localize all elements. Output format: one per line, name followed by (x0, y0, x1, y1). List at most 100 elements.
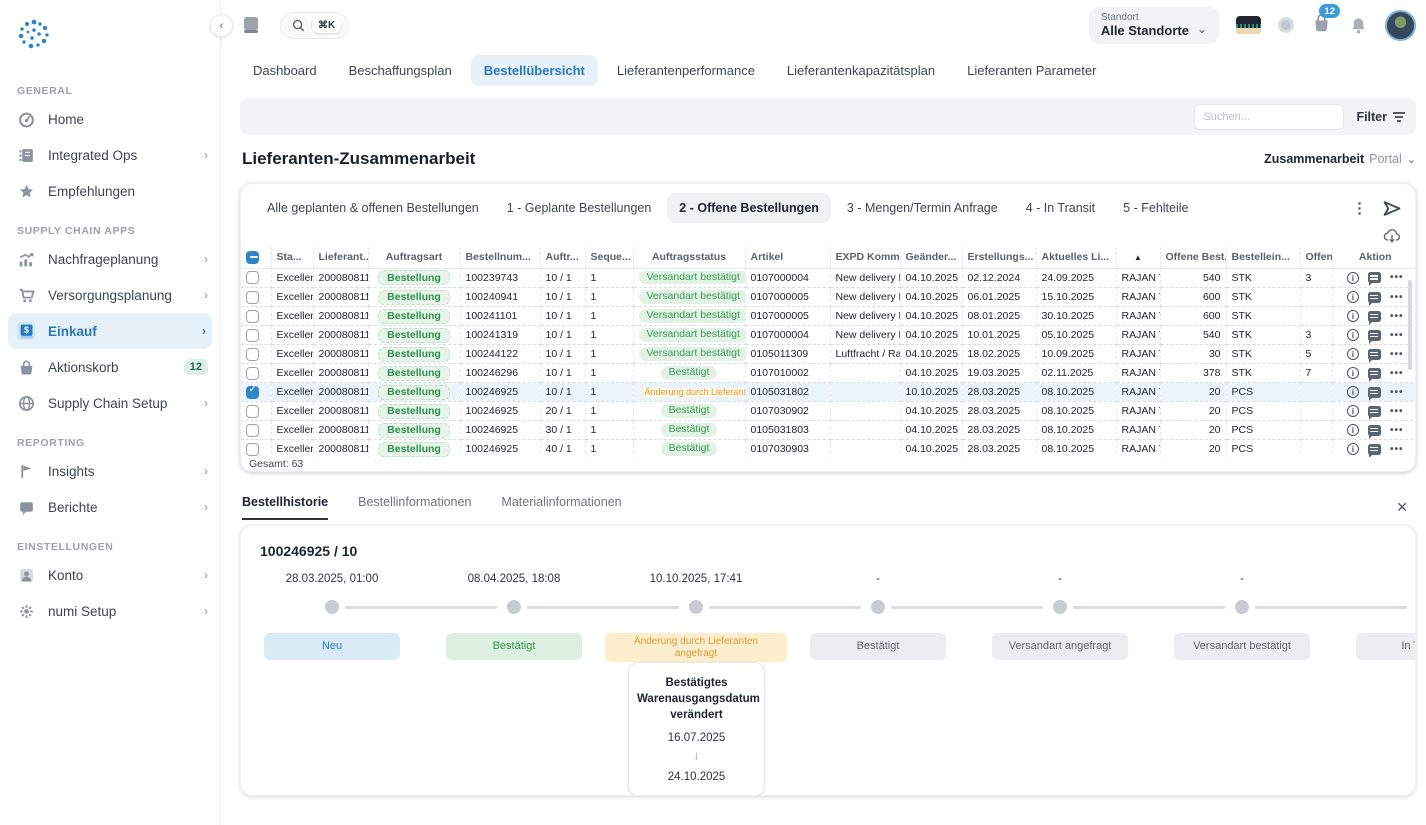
subtab-5[interactable]: 5 - Fehlteile (1111, 193, 1200, 223)
comment-icon[interactable] (1368, 406, 1381, 417)
timeline-status-badge[interactable]: Neu (264, 633, 400, 660)
column-header-sel[interactable] (241, 247, 271, 268)
notifications-bell-icon[interactable] (1349, 16, 1368, 35)
tab-dashboard[interactable]: Dashboard (240, 55, 330, 86)
portal-selector[interactable]: Zusammenarbeit Portal ⌄ (1264, 152, 1416, 166)
timeline-status-badge[interactable]: Bestätigt (446, 633, 582, 660)
row-checkbox[interactable] (246, 405, 259, 418)
column-header-benutzer[interactable]: ▲ (1116, 247, 1160, 268)
comment-icon[interactable] (1368, 387, 1381, 398)
column-header-auftrag[interactable]: Auftr... (540, 247, 585, 268)
info-icon[interactable]: i (1347, 310, 1359, 322)
sidebar-item-versorgungsplanung[interactable]: Versorgungsplanung› (0, 277, 220, 313)
sidebar-item-einkauf[interactable]: $Einkauf› (8, 313, 212, 349)
subtab-3[interactable]: 3 - Mengen/Termin Anfrage (835, 193, 1010, 223)
column-header-aktuelles[interactable]: Aktuelles Li... (1036, 247, 1116, 268)
row-more-icon[interactable]: ••• (1390, 272, 1404, 283)
sort-asc-icon[interactable]: ▲ (1134, 253, 1142, 262)
table-row[interactable]: Excellent200080811Bestellung10024110110 … (241, 307, 1415, 326)
comment-icon[interactable] (1368, 368, 1381, 379)
column-header-erstellung[interactable]: Erstellungs... (962, 247, 1036, 268)
column-header-geaendert[interactable]: Geänder... (900, 247, 962, 268)
table-row[interactable]: Excellent200080811Bestellung10024692540 … (241, 440, 1415, 457)
tab-beschaffungsplan[interactable]: Beschaffungsplan (336, 55, 465, 86)
close-icon[interactable]: ✕ (1396, 499, 1414, 516)
row-checkbox[interactable] (246, 329, 259, 342)
sidebar-item-nachfrageplanung[interactable]: Nachfrageplanung› (0, 241, 220, 277)
table-row[interactable]: Excellent200080811Bestellung10024094110 … (241, 288, 1415, 307)
column-header-sequenz[interactable]: Seque... (585, 247, 633, 268)
info-icon[interactable]: i (1347, 443, 1359, 455)
language-flag-icon[interactable] (1236, 16, 1261, 35)
subtab-1[interactable]: 1 - Geplante Bestellungen (495, 193, 664, 223)
column-header-artikel[interactable]: Artikel (745, 247, 830, 268)
timeline-status-badge[interactable]: In Transit (1356, 633, 1416, 660)
send-icon[interactable] (1383, 200, 1401, 217)
comment-icon[interactable] (1368, 425, 1381, 436)
row-checkbox[interactable] (246, 443, 259, 456)
subtab-2[interactable]: 2 - Offene Bestellungen (667, 193, 831, 223)
column-header-bestellnummer[interactable]: Bestellnum... (460, 247, 540, 268)
info-icon[interactable]: i (1347, 367, 1359, 379)
tab-lieferanten-parameter[interactable]: Lieferanten Parameter (954, 55, 1109, 86)
column-header-auftragsstatus[interactable]: Auftragsstatus (633, 247, 745, 268)
tab-lieferantenkapazit-tsplan[interactable]: Lieferantenkapazitätsplan (774, 55, 948, 86)
column-header-aktion[interactable]: Aktion (1332, 247, 1416, 268)
location-selector[interactable]: Standort Alle Standorte ⌄ (1089, 7, 1219, 44)
table-row[interactable]: Excellent200080811Bestellung10023974310 … (241, 269, 1415, 288)
cloud-download-icon[interactable] (1383, 227, 1401, 244)
subtab-4[interactable]: 4 - In Transit (1014, 193, 1107, 223)
row-checkbox[interactable] (246, 348, 259, 361)
comment-icon[interactable] (1368, 330, 1381, 341)
filter-button[interactable]: Filter (1356, 110, 1406, 124)
search-input[interactable] (1194, 104, 1344, 130)
row-more-icon[interactable]: ••• (1390, 444, 1404, 455)
table-row[interactable]: Excellent200080811Bestellung10024629610 … (241, 364, 1415, 383)
row-checkbox[interactable] (246, 310, 259, 323)
action-basket-button[interactable]: 12 (1311, 12, 1332, 38)
sidebar-item-numi-setup[interactable]: numi Setup› (0, 593, 220, 629)
column-header-lieferant[interactable]: Lieferant... (313, 247, 368, 268)
detail-tab-materialinformationen[interactable]: Materialinformationen (501, 495, 621, 520)
column-header-offene[interactable]: Offene (1300, 247, 1332, 268)
detail-tab-bestellinformationen[interactable]: Bestellinformationen (358, 495, 471, 520)
timeline-status-badge[interactable]: Änderung durch Lieferanten angefragt (605, 633, 787, 662)
timeline-status-badge[interactable]: Versandart angefragt (992, 633, 1128, 660)
global-search[interactable]: ⌘K (280, 12, 349, 39)
row-more-icon[interactable]: ••• (1390, 349, 1404, 360)
sidebar-collapse-button[interactable]: ‹ (210, 14, 233, 37)
row-more-icon[interactable]: ••• (1390, 406, 1404, 417)
sidebar-item-berichte[interactable]: Berichte› (0, 489, 220, 525)
table-row[interactable]: Excellent200080811Bestellung10024692530 … (241, 421, 1415, 440)
comment-icon[interactable] (1368, 349, 1381, 360)
table-scrollbar[interactable] (1408, 280, 1412, 370)
sidebar-item-aktionskorb[interactable]: Aktionskorb12 (0, 349, 220, 385)
column-header-status[interactable]: Sta... (271, 247, 313, 268)
subtab-alle[interactable]: Alle geplanten & offenen Bestellungen (255, 193, 491, 223)
row-more-icon[interactable]: ••• (1390, 330, 1404, 341)
row-checkbox[interactable] (246, 291, 259, 304)
column-header-auftragsart[interactable]: Auftragsart (368, 247, 460, 268)
tab-bestell-bersicht[interactable]: Bestellübersicht (471, 55, 598, 86)
bookmark-icon[interactable] (240, 14, 262, 36)
sidebar-item-integrated-ops[interactable]: Integrated Ops› (0, 137, 220, 173)
sidebar-item-konto[interactable]: Konto› (0, 557, 220, 593)
row-more-icon[interactable]: ••• (1390, 425, 1404, 436)
table-row[interactable]: Excellent200080811Bestellung10024412210 … (241, 345, 1415, 364)
table-row[interactable]: Excellent200080811Bestellung10024692510 … (241, 383, 1415, 402)
row-checkbox[interactable] (246, 271, 259, 284)
table-row[interactable]: Excellent200080811Bestellung10024131910 … (241, 326, 1415, 345)
coin-icon[interactable] (1278, 17, 1294, 33)
user-avatar[interactable] (1385, 10, 1416, 41)
row-checkbox[interactable] (246, 386, 259, 399)
comment-icon[interactable] (1368, 272, 1381, 283)
row-checkbox[interactable] (246, 367, 259, 380)
column-header-expd[interactable]: EXPD Komm... (830, 247, 900, 268)
row-more-icon[interactable]: ••• (1390, 368, 1404, 379)
select-all-checkbox[interactable] (246, 251, 259, 264)
timeline-status-badge[interactable]: Bestätigt (810, 633, 946, 660)
info-icon[interactable]: i (1347, 272, 1359, 284)
more-options-icon[interactable]: ⋮ (1352, 199, 1367, 217)
sidebar-item-insights[interactable]: Insights› (0, 453, 220, 489)
comment-icon[interactable] (1368, 292, 1381, 303)
